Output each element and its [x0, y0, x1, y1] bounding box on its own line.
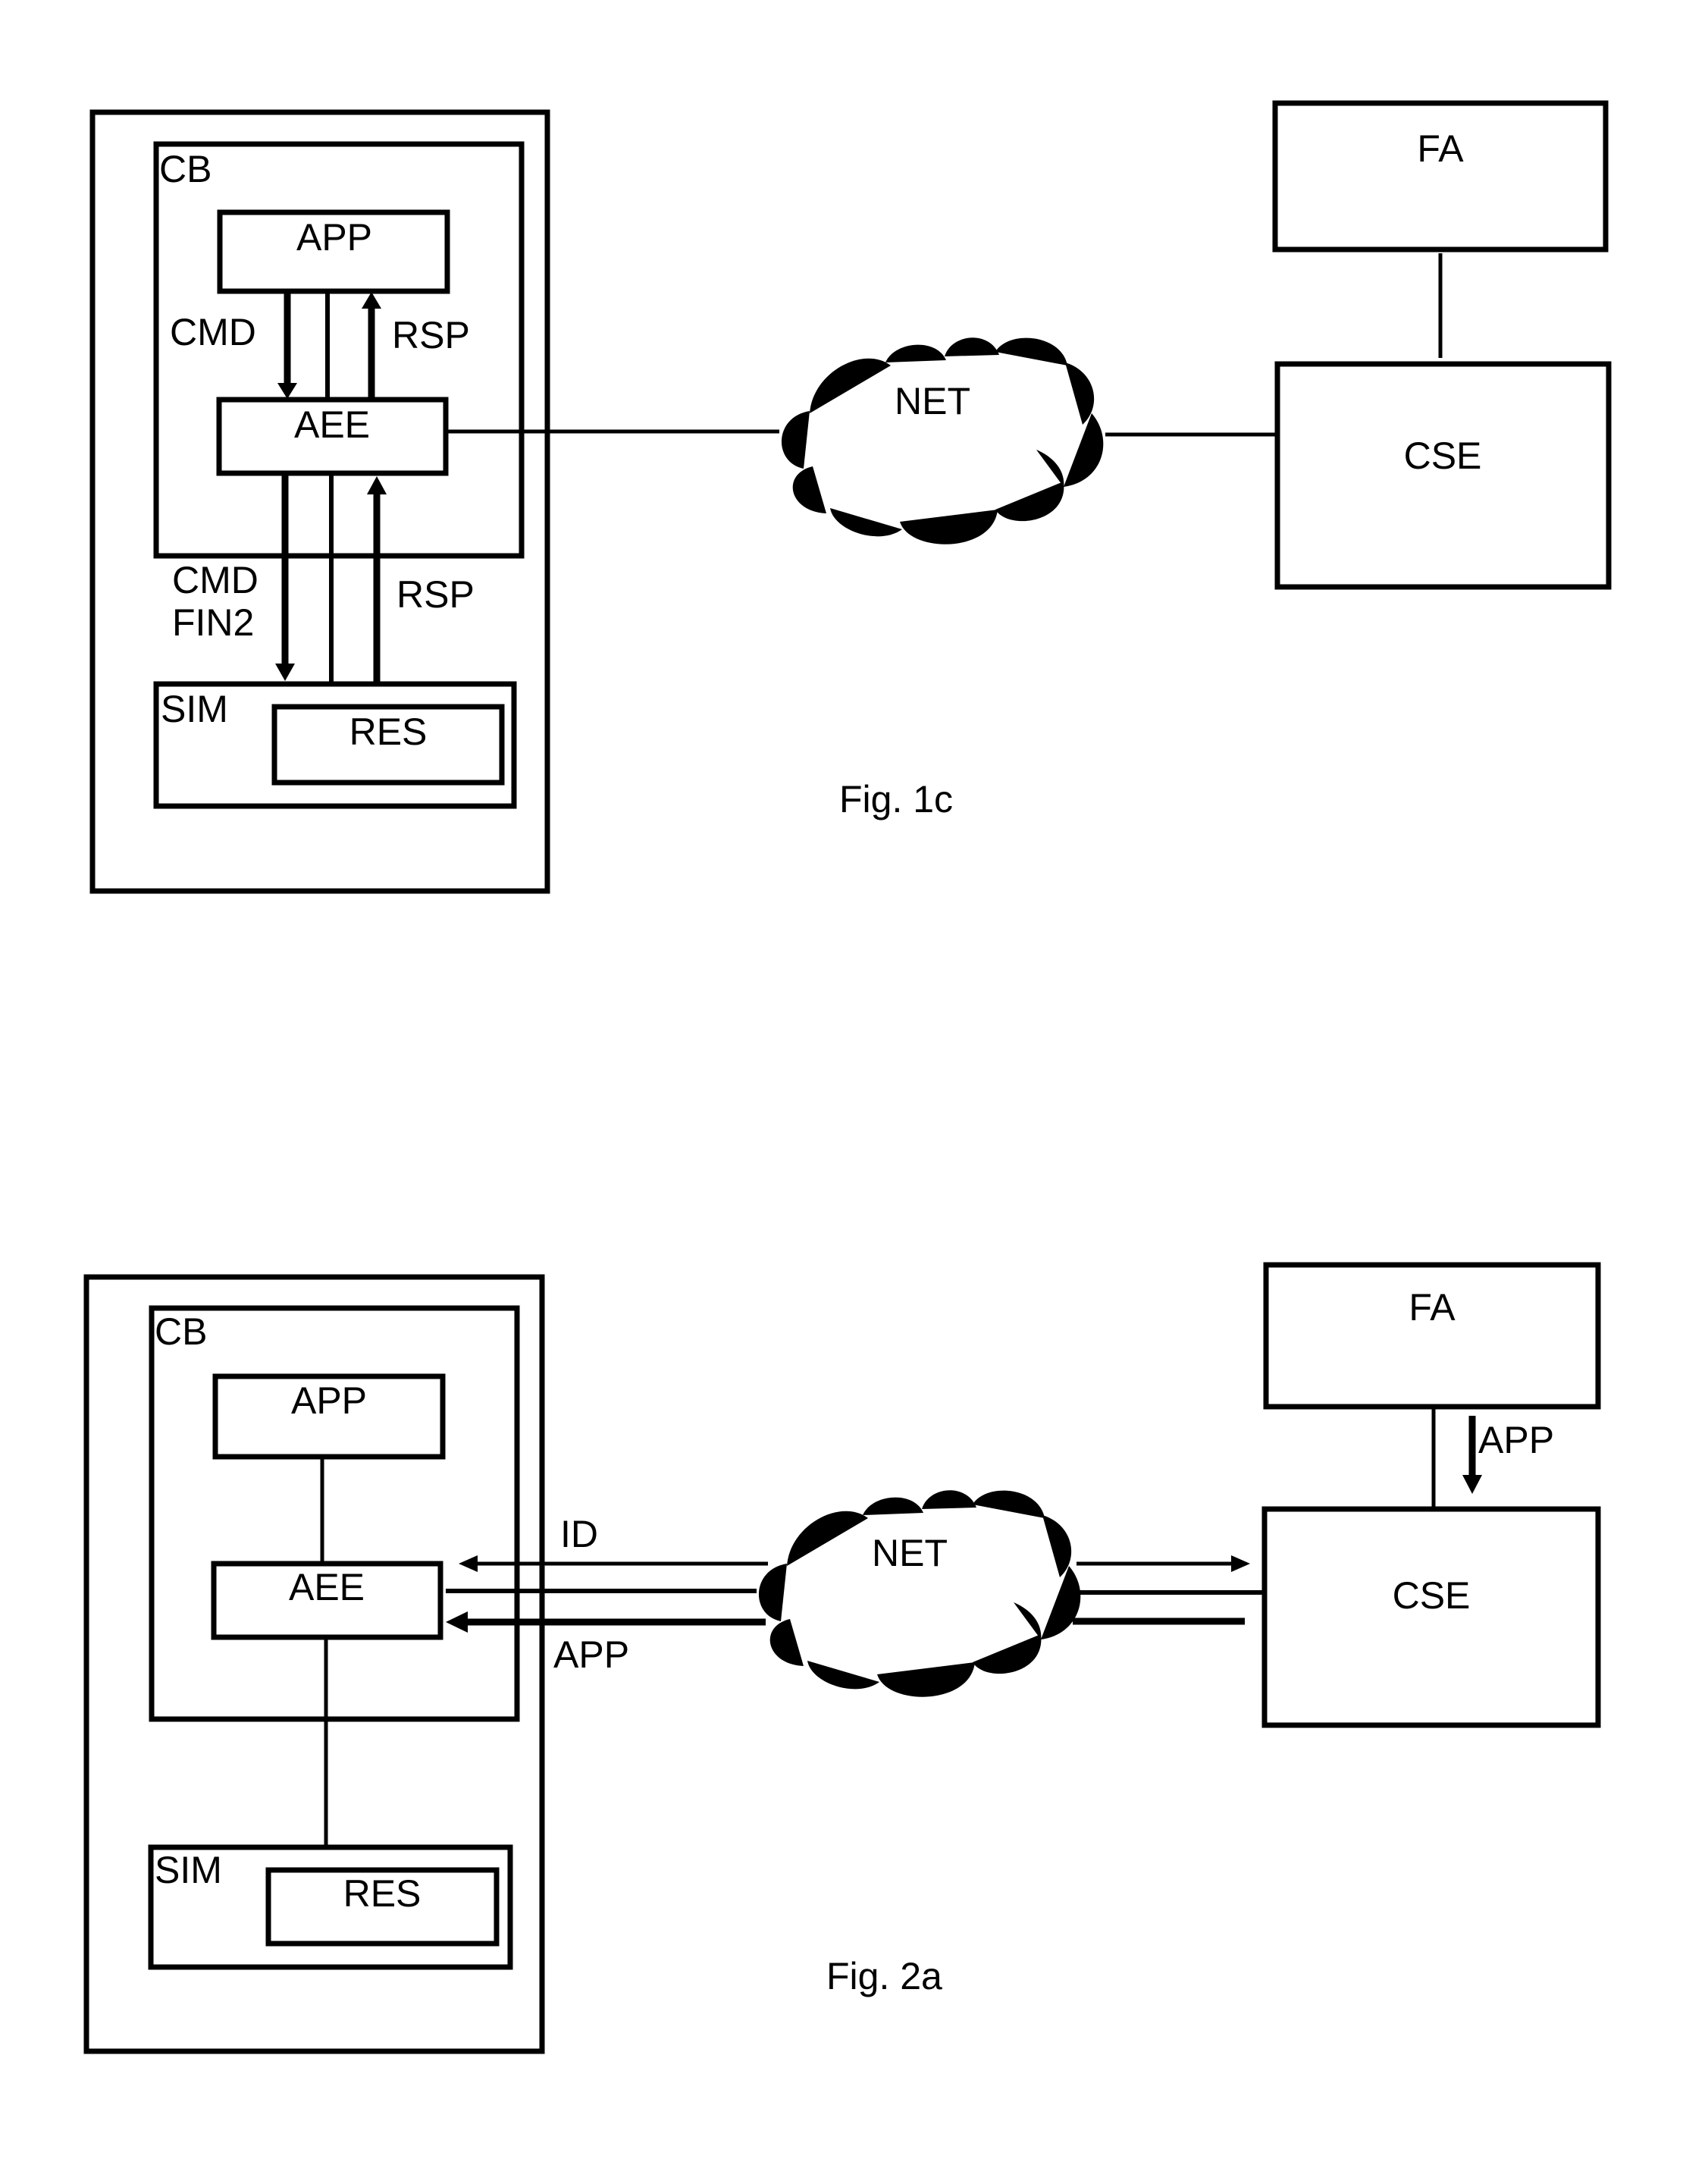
- sim-label: SIM: [155, 1849, 222, 1891]
- rsp-arrow-up-lower: [367, 476, 387, 684]
- cse-box: CSE: [1261, 1506, 1601, 1728]
- cb-label: CB: [155, 1310, 207, 1353]
- cmd-fin2-arrow-down: [275, 473, 295, 681]
- net-label: NET: [895, 380, 970, 422]
- res-label: RES: [343, 1872, 422, 1915]
- id-arrow-left: [459, 1555, 768, 1572]
- aee-box: AEE: [216, 397, 449, 476]
- app-link-label: APP: [553, 1633, 629, 1676]
- network-cloud-icon: [781, 337, 1104, 544]
- fa-box: FA: [1272, 100, 1609, 253]
- arrowhead-up-icon: [367, 476, 387, 494]
- app-label: APP: [291, 1379, 367, 1422]
- arrowhead-down-icon: [1462, 1475, 1482, 1494]
- network-cloud-icon: [758, 1490, 1081, 1697]
- figure-caption: Fig. 2a: [826, 1955, 942, 1997]
- figure-1c: CB APP AEE CMD RSP CMD FIN2 RSP SIM RES …: [89, 100, 1612, 894]
- sim-label: SIM: [161, 688, 228, 730]
- app-arrow-left: [446, 1611, 766, 1633]
- aee-label: AEE: [294, 403, 370, 446]
- res-box: RES: [265, 1867, 500, 1947]
- arrowhead-down-icon: [275, 664, 295, 681]
- arrowhead-left-icon: [446, 1611, 468, 1633]
- cb-box: CB: [149, 1305, 520, 1722]
- figure-2a: CB APP AEE SIM RES ID APP NET CSE APP FA…: [83, 1262, 1601, 2054]
- patent-drawing: CB APP AEE CMD RSP CMD FIN2 RSP SIM RES …: [83, 100, 1612, 2054]
- app-box: APP: [212, 1373, 446, 1460]
- cmd-arrow-down: [277, 291, 297, 399]
- rsp-label-lower: RSP: [396, 573, 475, 616]
- arrowhead-up-icon: [362, 292, 381, 309]
- rsp-arrow-up: [362, 292, 381, 400]
- arrowhead-down-icon: [277, 383, 297, 399]
- cmd-label-lower: CMD: [172, 559, 259, 601]
- app-label: APP: [296, 216, 372, 259]
- fa-app-label: APP: [1478, 1419, 1554, 1461]
- cse-label: CSE: [1393, 1574, 1471, 1617]
- sim-box: SIM: [153, 681, 517, 809]
- id-label: ID: [560, 1513, 598, 1555]
- fa-label: FA: [1417, 127, 1464, 170]
- res-box: RES: [271, 704, 505, 786]
- figure-caption: Fig. 1c: [839, 778, 953, 821]
- sim-box: SIM: [148, 1844, 513, 1970]
- cmd-label: CMD: [170, 311, 256, 353]
- fa-label: FA: [1409, 1286, 1456, 1329]
- arrowhead-left-icon: [459, 1555, 478, 1572]
- arrowhead-right-icon: [1231, 1555, 1250, 1572]
- fin2-label: FIN2: [172, 601, 254, 644]
- cb-label: CB: [159, 148, 212, 190]
- app-box: APP: [217, 209, 450, 294]
- net-label: NET: [872, 1532, 948, 1574]
- cse-box: CSE: [1274, 361, 1612, 590]
- net-cse-arrow-right: [1077, 1555, 1250, 1572]
- res-label: RES: [349, 711, 428, 753]
- aee-box: AEE: [211, 1561, 443, 1640]
- aee-label: AEE: [289, 1566, 365, 1608]
- cse-label: CSE: [1404, 435, 1482, 477]
- rsp-label: RSP: [392, 314, 470, 356]
- fa-box: FA: [1263, 1262, 1601, 1410]
